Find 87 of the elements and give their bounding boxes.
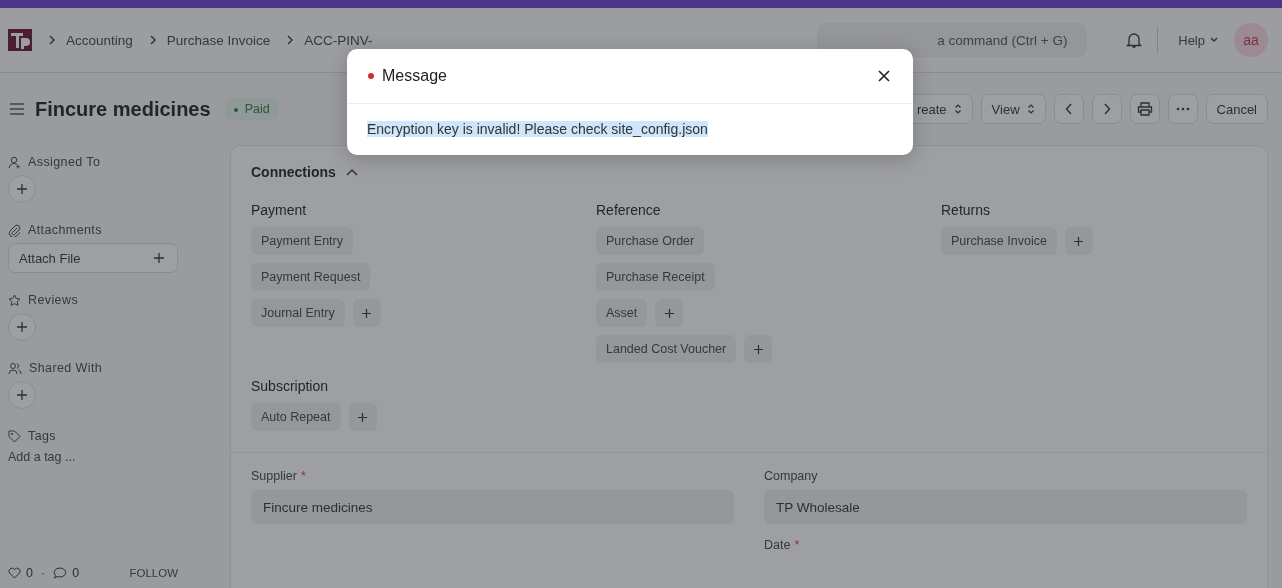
document-link[interactable]: Purchase Receipt xyxy=(596,263,715,291)
chevron-icon xyxy=(48,35,56,45)
comment-icon[interactable] xyxy=(53,567,68,579)
ellipsis-icon xyxy=(1175,107,1190,111)
add-button[interactable] xyxy=(8,313,36,341)
page-title: Fincure medicines xyxy=(35,97,211,121)
heart-icon[interactable] xyxy=(8,567,21,579)
field-label: Company xyxy=(764,469,818,483)
plus-icon xyxy=(153,252,165,264)
input-field[interactable]: TP Wholesale xyxy=(764,490,1247,524)
document-link[interactable]: Auto Repeat xyxy=(251,403,341,431)
plus-icon xyxy=(16,321,28,333)
previous-button[interactable] xyxy=(1053,94,1084,124)
section-title: Connections xyxy=(251,164,336,180)
document-link[interactable]: Landed Cost Voucher xyxy=(596,335,737,363)
add-button[interactable] xyxy=(8,175,36,203)
input-field[interactable]: Fincure medicines xyxy=(251,490,734,524)
add-button[interactable] xyxy=(1064,227,1093,255)
field-label: Supplier xyxy=(251,469,297,483)
print-button[interactable] xyxy=(1129,94,1160,124)
comment-count: 0 xyxy=(72,566,80,580)
chevron-icon xyxy=(148,35,157,45)
plus-icon xyxy=(752,343,764,355)
field-label: Date xyxy=(764,538,791,552)
add-button[interactable] xyxy=(8,381,36,409)
section-title: Reviews xyxy=(28,293,79,307)
document-link[interactable]: Payment Request xyxy=(251,263,371,291)
next-button[interactable] xyxy=(1091,94,1122,124)
tag-icon xyxy=(8,429,21,443)
bell-icon[interactable] xyxy=(1125,31,1144,49)
search-input[interactable]: a command (Ctrl + G) xyxy=(935,31,1080,49)
add-button[interactable] xyxy=(348,403,377,431)
chevron-icon xyxy=(286,35,295,45)
printer-icon xyxy=(1136,102,1153,116)
chevron-down-icon xyxy=(1210,37,1218,43)
required-mark: * xyxy=(794,538,800,552)
plus-icon xyxy=(16,389,28,401)
document-link[interactable]: Payment Entry xyxy=(251,227,353,255)
required-mark: * xyxy=(300,469,306,483)
plus-icon xyxy=(663,307,675,319)
sort-icon xyxy=(953,103,962,115)
plus-icon xyxy=(16,183,28,195)
dialog-title: Message xyxy=(382,67,447,85)
section-title: Shared With xyxy=(29,361,103,375)
add-button[interactable] xyxy=(352,299,381,327)
help-menu[interactable]: Help xyxy=(1172,31,1224,49)
attach-file-button[interactable]: Attach File xyxy=(8,243,178,273)
document-link[interactable]: Purchase Order xyxy=(596,227,705,255)
paperclip-icon xyxy=(8,223,21,237)
breadcrumb-link[interactable]: ACC-PINV- xyxy=(304,32,373,48)
dropdown-button[interactable]: View xyxy=(980,94,1046,124)
group-title: Subscription xyxy=(251,378,330,394)
logo-icon[interactable] xyxy=(8,29,32,51)
group-title: Reference xyxy=(596,202,662,218)
section-title: Assigned To xyxy=(28,155,101,169)
chevron-left-icon xyxy=(1064,103,1073,115)
add-button[interactable] xyxy=(655,299,684,327)
document-link[interactable]: Purchase Invoice xyxy=(941,227,1057,255)
status-indicator: Paid xyxy=(224,98,278,120)
plus-icon xyxy=(1073,235,1085,247)
plus-icon xyxy=(357,411,368,423)
chevron-right-icon xyxy=(1102,103,1111,115)
avatar[interactable]: aa xyxy=(1234,23,1268,57)
sort-icon xyxy=(1026,103,1035,115)
plus-icon xyxy=(361,307,373,319)
user-icon xyxy=(8,155,21,169)
breadcrumb-link[interactable]: Purchase Invoice xyxy=(166,32,271,48)
section-title: Tags xyxy=(28,429,56,443)
separator-dot: · xyxy=(40,566,46,580)
breadcrumb-link[interactable]: Accounting xyxy=(66,32,133,48)
cancel-button[interactable]: Cancel xyxy=(1205,94,1268,124)
tag-input[interactable]: Add a tag ... xyxy=(8,450,128,464)
star-icon xyxy=(8,293,21,307)
menu-icon[interactable] xyxy=(9,102,25,116)
like-count: 0 xyxy=(26,566,33,580)
close-icon[interactable] xyxy=(877,69,891,83)
users-icon xyxy=(8,361,22,375)
group-title: Returns xyxy=(941,202,992,218)
add-button[interactable] xyxy=(744,335,773,363)
group-title: Payment xyxy=(251,202,308,218)
search-field[interactable]: a command (Ctrl + G) xyxy=(817,23,1088,57)
dialog-message: Encryption key is invalid! Please check site_config.json xyxy=(367,121,708,137)
follow-link[interactable]: FOLLOW xyxy=(129,567,178,579)
document-link[interactable]: Asset xyxy=(596,299,648,327)
section-title: Attachments xyxy=(28,223,102,237)
document-link[interactable]: Journal Entry xyxy=(251,299,345,327)
collapse-icon[interactable] xyxy=(345,168,358,176)
